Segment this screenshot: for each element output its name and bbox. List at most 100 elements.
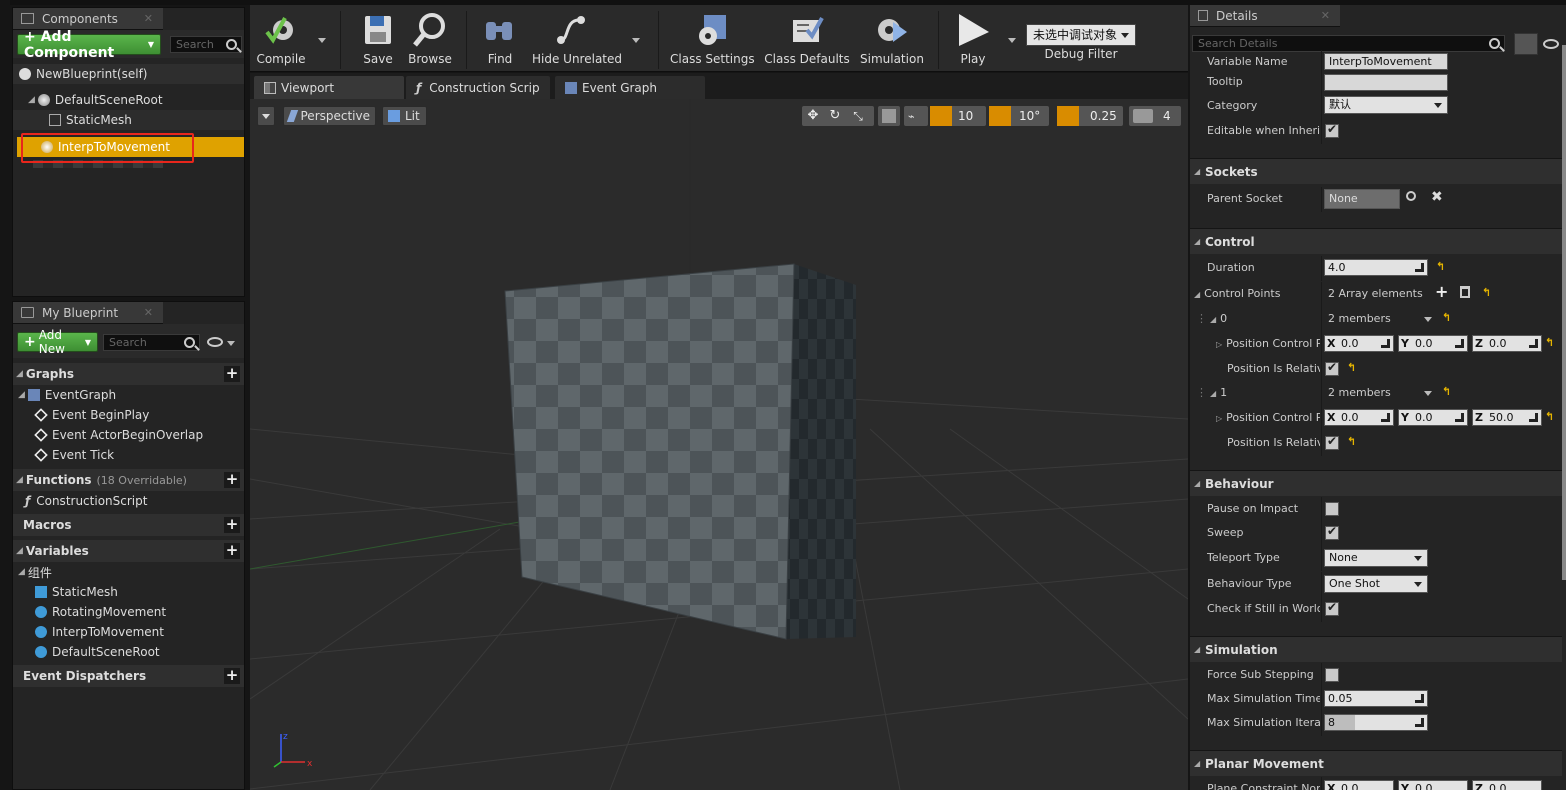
x-input[interactable]: X 0.0 bbox=[1324, 335, 1394, 352]
my-blueprint-tab[interactable]: My Blueprint ✕ bbox=[13, 302, 163, 324]
z-input[interactable]: Z 0.0 bbox=[1472, 335, 1542, 352]
reset-arrow-icon[interactable]: ↰ bbox=[1442, 385, 1451, 398]
debug-object-dropdown[interactable]: 未选中调试对象 bbox=[1026, 24, 1136, 46]
add-new-button[interactable]: + Add New ▼ bbox=[17, 328, 98, 356]
event-graph-item[interactable]: ◢ EventGraph bbox=[13, 385, 244, 405]
translate-icon[interactable]: ✥ bbox=[805, 108, 821, 124]
macros-section[interactable]: Macros + bbox=[13, 514, 244, 536]
behaviour-category[interactable]: ◢ Behaviour bbox=[1190, 470, 1562, 496]
details-tab[interactable]: Details ✕ bbox=[1190, 5, 1340, 27]
reset-arrow-icon[interactable]: ↰ bbox=[1442, 311, 1451, 324]
reset-arrow-icon[interactable]: ↰ bbox=[1347, 435, 1356, 448]
event-item[interactable]: Event Tick bbox=[13, 445, 244, 465]
components-group[interactable]: ◢ 组件 bbox=[13, 562, 244, 582]
rotation-snap-control[interactable]: 10° bbox=[989, 106, 1049, 126]
play-button[interactable]: Play bbox=[948, 9, 998, 71]
variable-item[interactable]: StaticMesh bbox=[13, 582, 244, 602]
tab-construction-script[interactable]: ƒ Construction Scrip bbox=[406, 76, 550, 99]
reset-arrow-icon[interactable]: ↰ bbox=[1436, 260, 1445, 273]
z-input[interactable]: Z 50.0 bbox=[1472, 409, 1542, 426]
close-icon[interactable]: ✕ bbox=[1321, 9, 1330, 22]
add-function-button[interactable]: + bbox=[224, 472, 240, 488]
eye-icon[interactable] bbox=[207, 337, 223, 347]
chevron-down-icon[interactable] bbox=[227, 341, 235, 346]
compile-button[interactable]: Compile bbox=[250, 9, 312, 71]
viewport[interactable]: x z Perspective Lit ✥ ↻ ⤡ ⌁ 10 10° 0.25 … bbox=[250, 99, 1188, 790]
close-icon[interactable]: ✕ bbox=[144, 12, 153, 25]
event-dispatchers-section[interactable]: Event Dispatchers + bbox=[13, 665, 244, 687]
reset-arrow-icon[interactable]: ↰ bbox=[1482, 286, 1491, 299]
parent-socket-input[interactable]: None bbox=[1324, 189, 1400, 209]
graphs-section[interactable]: ◢ Graphs + bbox=[13, 363, 244, 385]
camera-speed-control[interactable]: 4 bbox=[1129, 106, 1181, 126]
hide-unrelated-arrow[interactable] bbox=[632, 38, 640, 43]
tree-item-static-mesh[interactable]: StaticMesh bbox=[13, 110, 244, 130]
position-relative-checkbox[interactable] bbox=[1325, 360, 1339, 376]
variable-item[interactable]: DefaultSceneRoot bbox=[13, 642, 244, 662]
simulation-button[interactable]: Simulation bbox=[860, 9, 924, 71]
class-settings-button[interactable]: Class Settings bbox=[670, 9, 755, 71]
simulation-category[interactable]: ◢ Simulation bbox=[1190, 636, 1562, 662]
category-dropdown[interactable]: 默认 bbox=[1324, 96, 1448, 114]
z-input[interactable]: Z 0.0 bbox=[1472, 780, 1542, 790]
play-options-arrow[interactable] bbox=[1008, 38, 1016, 43]
clear-icon[interactable]: ✖ bbox=[1431, 189, 1443, 205]
construction-script-item[interactable]: ƒ ConstructionScript bbox=[13, 491, 244, 511]
add-macro-button[interactable]: + bbox=[224, 517, 240, 533]
behaviour-type-dropdown[interactable]: One Shot bbox=[1324, 575, 1428, 593]
details-scrollbar[interactable] bbox=[1562, 45, 1566, 580]
check-still-in-world-checkbox[interactable] bbox=[1325, 600, 1339, 616]
variable-item[interactable]: InterpToMovement bbox=[13, 622, 244, 642]
trash-icon[interactable] bbox=[1460, 286, 1470, 298]
scale-icon[interactable]: ⤡ bbox=[850, 108, 866, 124]
chevron-down-icon[interactable] bbox=[1424, 317, 1432, 322]
editable-inherited-checkbox[interactable] bbox=[1325, 122, 1339, 138]
functions-section[interactable]: ◢ Functions (18 Overridable) + bbox=[13, 469, 244, 491]
perspective-button[interactable]: Perspective bbox=[283, 106, 376, 126]
eye-icon[interactable] bbox=[1543, 39, 1559, 49]
max-sim-time-input[interactable]: 0.05 bbox=[1324, 690, 1428, 707]
self-item[interactable]: NewBlueprint(self) bbox=[13, 64, 244, 84]
add-component-button[interactable]: + Add Component ▼ bbox=[17, 29, 161, 61]
event-item[interactable]: Event ActorBeginOverlap bbox=[13, 425, 244, 445]
tree-item-default-scene-root[interactable]: ◢ DefaultSceneRoot bbox=[13, 90, 244, 110]
viewport-options-button[interactable] bbox=[257, 106, 275, 126]
planar-movement-category[interactable]: ◢ Planar Movement bbox=[1190, 750, 1562, 776]
reset-arrow-icon[interactable]: ↰ bbox=[1545, 336, 1554, 349]
add-element-icon[interactable]: + bbox=[1435, 282, 1448, 301]
my-blueprint-search-input[interactable]: Search bbox=[103, 334, 200, 351]
reset-arrow-icon[interactable]: ↰ bbox=[1545, 410, 1554, 423]
world-local-toggle[interactable] bbox=[878, 106, 900, 126]
position-relative-checkbox[interactable] bbox=[1325, 434, 1339, 450]
components-tab[interactable]: Components ✕ bbox=[13, 8, 163, 30]
teleport-type-dropdown[interactable]: None bbox=[1324, 549, 1428, 567]
pause-on-impact-checkbox[interactable] bbox=[1325, 502, 1339, 516]
rotate-icon[interactable]: ↻ bbox=[827, 108, 843, 124]
force-sub-stepping-checkbox[interactable] bbox=[1325, 668, 1339, 682]
components-search-input[interactable]: Search bbox=[170, 36, 242, 53]
browse-button[interactable]: Browse bbox=[404, 9, 456, 71]
variables-section[interactable]: ◢ Variables + bbox=[13, 540, 244, 562]
x-input[interactable]: X 0.0 bbox=[1324, 780, 1394, 790]
x-input[interactable]: X 0.0 bbox=[1324, 409, 1394, 426]
chevron-down-icon[interactable] bbox=[1424, 391, 1432, 396]
y-input[interactable]: Y 0.0 bbox=[1398, 780, 1468, 790]
add-dispatcher-button[interactable]: + bbox=[224, 668, 240, 684]
add-graph-button[interactable]: + bbox=[224, 366, 240, 382]
tooltip-input[interactable] bbox=[1324, 74, 1448, 91]
grid-snap-control[interactable]: 10 bbox=[930, 106, 986, 126]
reset-arrow-icon[interactable]: ↰ bbox=[1347, 361, 1356, 374]
duration-input[interactable]: 4.0 bbox=[1324, 259, 1428, 276]
y-input[interactable]: Y 0.0 bbox=[1398, 335, 1468, 352]
search-icon[interactable] bbox=[1489, 38, 1500, 49]
add-variable-button[interactable]: + bbox=[224, 543, 240, 559]
scale-snap-control[interactable]: 0.25 bbox=[1057, 106, 1123, 126]
hide-unrelated-button[interactable]: Hide Unrelated bbox=[532, 9, 622, 71]
variable-item[interactable]: RotatingMovement bbox=[13, 602, 244, 622]
surface-snap-toggle[interactable]: ⌁ bbox=[904, 106, 928, 126]
sweep-checkbox[interactable] bbox=[1325, 524, 1339, 540]
tab-event-graph[interactable]: Event Graph bbox=[555, 76, 705, 99]
find-button[interactable]: Find bbox=[478, 9, 522, 71]
event-item[interactable]: Event BeginPlay bbox=[13, 405, 244, 425]
search-icon[interactable] bbox=[1406, 191, 1416, 201]
